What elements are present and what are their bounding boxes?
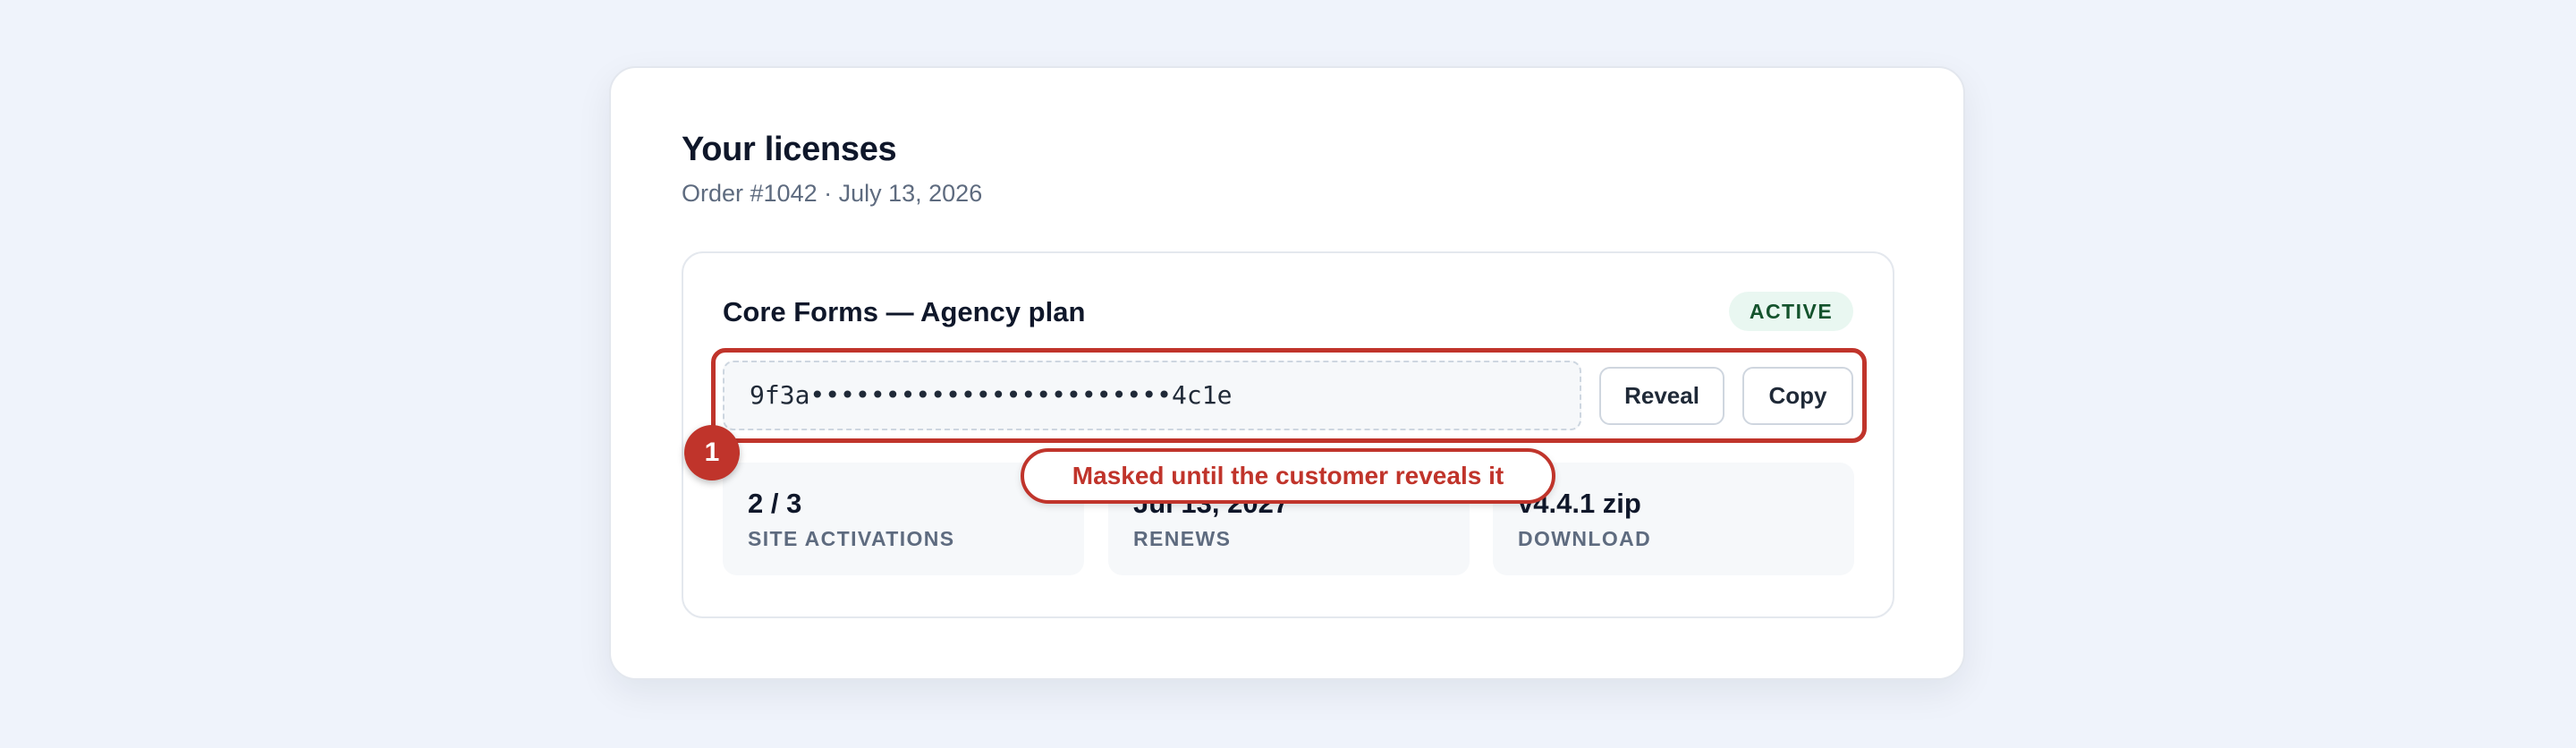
- stat-label: RENEWS: [1133, 527, 1232, 550]
- plan-name: Core Forms — Agency plan: [723, 296, 1086, 327]
- stat-label: DOWNLOAD: [1518, 527, 1652, 550]
- annotation-callout: Masked until the customer reveals it: [1021, 448, 1555, 504]
- page-title: Your licenses: [682, 131, 897, 168]
- order-meta: Order #1042 · July 13, 2026: [682, 180, 983, 207]
- stat-value: 2 / 3: [748, 488, 802, 519]
- stat-label: SITE ACTIVATIONS: [748, 527, 955, 550]
- annotation-highlight-box: [711, 348, 1867, 443]
- status-badge: ACTIVE: [1729, 292, 1853, 331]
- annotation-number-badge: 1: [684, 425, 740, 480]
